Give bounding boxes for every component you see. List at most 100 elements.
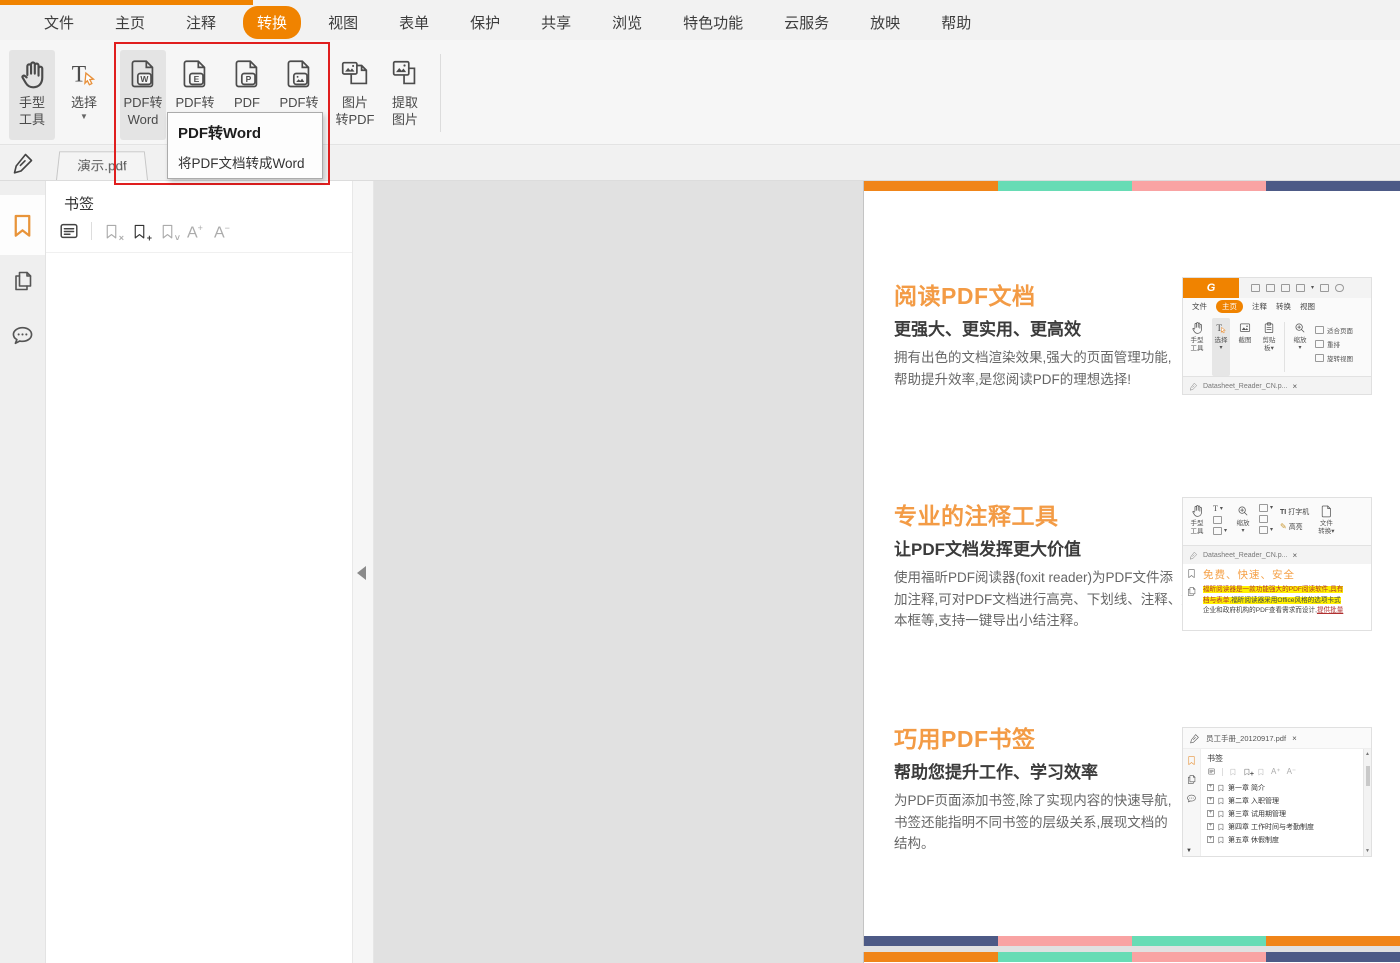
- section-title: 巧用PDF书签: [894, 726, 1036, 752]
- extract-image-button[interactable]: 提取 图片: [382, 50, 428, 140]
- decrease-font-button[interactable]: A−: [214, 220, 230, 241]
- section-subtitle: 更强大、更实用、更高效: [894, 320, 1081, 339]
- mini-view-options: 适合页面 重排 旋转视图: [1315, 318, 1353, 376]
- mini-doc-tab: Datasheet_Reader_CN.p... ×: [1183, 545, 1371, 564]
- section-title: 阅读PDF文档: [894, 283, 1036, 309]
- bookmark-icon: [1188, 569, 1195, 578]
- sidebar-pages-button[interactable]: [11, 269, 35, 298]
- dropdown-caret-icon: ▼: [80, 112, 88, 121]
- mini-doc-content: 免费、快速、安全 福昕阅读器是一款功能强大的PDF阅读软件,具有 档与表单,福昕…: [1203, 569, 1344, 614]
- menu-form[interactable]: 表单: [399, 12, 429, 33]
- screenshot-bookmarks-demo: 员工手册_20120917.pdf × ▼ 书签 + A⁺ A⁻ + 第一章 简…: [1182, 727, 1372, 857]
- foxit-logo: G: [1183, 278, 1239, 298]
- hand-icon: [1192, 505, 1202, 517]
- hand-icon: [16, 50, 48, 94]
- select-tool-button[interactable]: T 选择 ▼: [61, 50, 107, 140]
- page-bottom-color-stripe: [864, 936, 1400, 946]
- bookmarks-toolbar: × + ˅ A+ A−: [58, 220, 230, 243]
- zoom-icon: [1295, 323, 1305, 333]
- foxit-reader-window: { "app": { "accent": "#F08300", "menu": …: [0, 0, 1400, 963]
- menu-cloud[interactable]: 云服务: [784, 12, 829, 33]
- delete-bookmark-button[interactable]: ×: [103, 223, 124, 243]
- pdf-to-word-button[interactable]: W PDF转 Word: [120, 50, 166, 140]
- pages-icon: [1187, 775, 1196, 784]
- snapshot-icon: [1239, 323, 1251, 332]
- comment-icon: [12, 326, 33, 345]
- clipboard-icon: [1264, 322, 1274, 334]
- main-area: 书签 × + ˅ A+ A− 阅读PDF文档 更强大、更实用、更高效 拥有出色的…: [0, 180, 1400, 963]
- mini-sidebar: ▼: [1183, 749, 1200, 856]
- mini-comment-tools: TI 打字机 ✎ 高亮: [1280, 509, 1310, 531]
- document-tab[interactable]: 演示.pdf: [56, 151, 148, 180]
- menu-help[interactable]: 帮助: [941, 12, 971, 33]
- bookmark-add-icon: [134, 224, 145, 238]
- menu-view[interactable]: 视图: [328, 12, 358, 33]
- bookmark-list-icon[interactable]: [58, 220, 80, 242]
- menu-share[interactable]: 共享: [541, 12, 571, 33]
- bookmark-delete-icon: [106, 224, 117, 238]
- toolbar-separator: [91, 222, 92, 240]
- highlight-pencil-icon: ✎: [1280, 522, 1287, 531]
- pages-icon: [1187, 587, 1196, 596]
- left-icon-sidebar: [0, 181, 46, 963]
- titlebar-quick-icons: ▾: [1239, 278, 1371, 298]
- expand-bookmark-button[interactable]: ˅: [159, 223, 180, 243]
- caret-down-icon: ▼: [1186, 848, 1192, 854]
- panel-divider: [46, 252, 352, 253]
- file-convert-icon: [1322, 505, 1332, 518]
- menubar: 文件 主页 注释 转换 视图 表单 保护 共享 浏览 特色功能 云服务 放映 帮…: [0, 5, 1400, 40]
- menu-file[interactable]: 文件: [44, 12, 74, 33]
- pages-icon: [15, 271, 32, 291]
- image-to-pdf-icon: [338, 50, 372, 94]
- increase-font-button[interactable]: A+: [187, 220, 203, 241]
- svg-text:E: E: [194, 74, 200, 84]
- section-body: 为PDF页面添加书签,除了实现内容的快速导航, 书签还能指明不同书签的层级关系,…: [894, 793, 1172, 851]
- quill-pen-icon[interactable]: [11, 151, 35, 175]
- menu-convert-active[interactable]: 转换: [243, 6, 302, 39]
- mini-bookmarks-panel: 书签 + A⁺ A⁻ + 第一章 简介 + 第二章 入职管理 + 第三章 试用期…: [1200, 749, 1363, 856]
- section-title: 专业的注释工具: [894, 503, 1059, 529]
- menu-present[interactable]: 放映: [870, 12, 900, 33]
- image-to-pdf-button[interactable]: 图片 转PDF: [332, 50, 378, 140]
- mini-bookmark-tree: + 第一章 简介 + 第二章 入职管理 + 第三章 试用期管理 + 第四章 工作时间与考…: [1207, 784, 1314, 844]
- extract-image-icon: [388, 50, 422, 94]
- text-select-icon: T: [67, 50, 101, 94]
- menu-home[interactable]: 主页: [115, 12, 145, 33]
- screenshot-reader-home: G ▾ 文件 主页 注释 转换 视图 手型工具 T选择▾ 截图 剪贴板▾: [1182, 277, 1372, 395]
- bookmark-icon: [14, 214, 31, 237]
- mini-toolbar: 手型 工具 T ▾ ▾ 缩放 ▾ ▾ ▾ TI 打字机 ✎ 高亮 文件 转换▾: [1183, 498, 1371, 545]
- panel-collapse-arrow[interactable]: [357, 566, 366, 580]
- menu-features[interactable]: 特色功能: [683, 12, 743, 33]
- bookmark-icon: [1188, 756, 1195, 765]
- pdf-to-word-icon: W: [126, 50, 160, 94]
- pdf-to-word-tooltip: PDF转Word 将PDF文档转成Word: [167, 112, 323, 179]
- section-body: 使用福昕PDF阅读器(foxit reader)为PDF文件添 加注释,可对PD…: [894, 570, 1195, 628]
- pdf-to-excel-icon: E: [178, 50, 212, 94]
- hand-tool-button[interactable]: 手型 工具: [9, 50, 55, 140]
- menu-browse[interactable]: 浏览: [612, 12, 642, 33]
- sidebar-bookmarks-button[interactable]: [0, 195, 45, 255]
- panel-edge-strip: [353, 181, 374, 963]
- comment-icon: [1187, 794, 1196, 803]
- page2-top-color-stripe: [864, 952, 1400, 962]
- mini-doc-tab: Datasheet_Reader_CN.p... ×: [1183, 376, 1371, 394]
- quill-pen-icon: [1190, 551, 1197, 559]
- document-tab-label: 演示.pdf: [76, 158, 128, 174]
- section-body: 拥有出色的文档渲染效果,强大的页面管理功能, 帮助提升效率,是您阅读PDF的理想…: [894, 350, 1172, 387]
- pdf-page-1: 阅读PDF文档 更强大、更实用、更高效 拥有出色的文档渲染效果,强大的页面管理功…: [863, 181, 1400, 946]
- document-view-area[interactable]: 阅读PDF文档 更强大、更实用、更高效 拥有出色的文档渲染效果,强大的页面管理功…: [374, 181, 1400, 963]
- page-top-color-stripe: [864, 181, 1400, 191]
- bookmarks-panel: 书签 × + ˅ A+ A−: [46, 181, 353, 963]
- bookmark-list-icon: [1208, 768, 1215, 775]
- mini-scrollbar: ▲ ▼: [1363, 749, 1371, 856]
- bookmark-expand-icon: [162, 224, 173, 238]
- menu-comment[interactable]: 注释: [186, 12, 216, 33]
- menu-protect[interactable]: 保护: [470, 12, 500, 33]
- add-bookmark-button[interactable]: +: [131, 223, 152, 243]
- screenshot-annotation-demo: 手型 工具 T ▾ ▾ 缩放 ▾ ▾ ▾ TI 打字机 ✎ 高亮 文件 转换▾ …: [1182, 497, 1372, 631]
- mini-sidebar: [1183, 564, 1200, 630]
- sidebar-comments-button[interactable]: [10, 323, 35, 353]
- mini-bookmarks-toolbar: + A⁺ A⁻: [1207, 767, 1363, 778]
- mini-doc-tab: 员工手册_20120917.pdf ×: [1183, 728, 1371, 748]
- tooltip-title: PDF转Word: [178, 125, 262, 142]
